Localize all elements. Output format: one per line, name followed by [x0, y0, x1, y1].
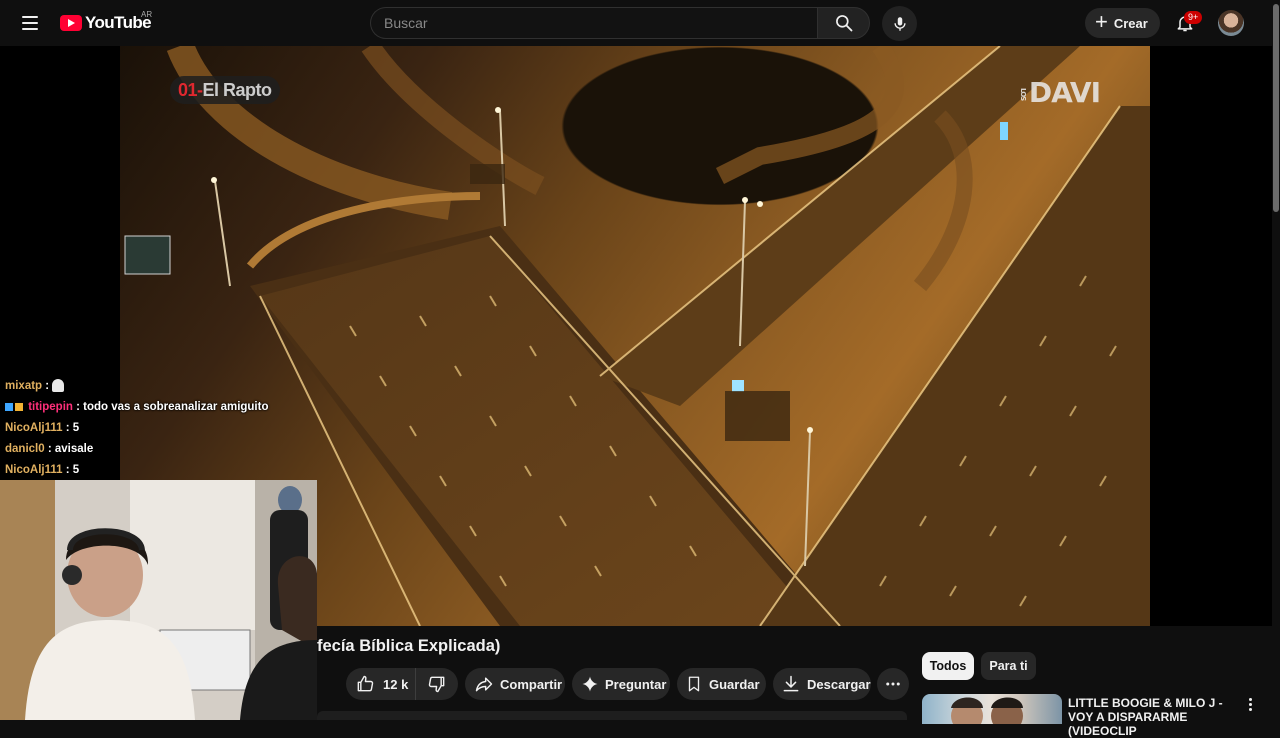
chat-text: 5 — [72, 422, 80, 434]
microphone-icon — [893, 16, 906, 31]
chat-text: todo vas a sobreanalizar amiguito — [83, 401, 269, 413]
chat-message: NicoAlj111 : 5 — [5, 422, 80, 434]
dislike-button[interactable] — [416, 668, 458, 700]
recommended-video[interactable]: LITTLE BOOGIE & MILO J - VOY A DISPARARM… — [922, 694, 1262, 738]
plus-icon: + — [1095, 9, 1108, 34]
episode-number: 01 — [178, 79, 198, 100]
more-horizontal-icon — [886, 682, 900, 686]
thumbs-up-icon — [357, 675, 374, 692]
streamer-webcam — [0, 480, 317, 720]
chat-message: danicl0 : avisale — [5, 443, 94, 455]
save-label: Guardar — [709, 676, 760, 692]
chat-username: NicoAlj111 — [5, 464, 63, 476]
search-box — [370, 7, 818, 39]
episode-tag: 01 - El Rapto — [170, 76, 280, 104]
chip-para-ti[interactable]: Para ti — [981, 652, 1036, 680]
like-dislike-group: 12 k — [346, 668, 458, 700]
page-scrollbar[interactable] — [1272, 0, 1280, 720]
download-button[interactable]: Descargar — [773, 668, 871, 700]
avatar[interactable] — [1218, 10, 1244, 36]
youtube-play-icon — [60, 15, 82, 31]
youtube-logo[interactable]: YouTube — [60, 12, 152, 34]
ask-button[interactable]: Preguntar — [572, 668, 670, 700]
scrollbar-thumb[interactable] — [1273, 4, 1279, 212]
chat-message: mixatp : — [0, 376, 300, 397]
download-icon — [783, 675, 799, 692]
chat-message: NicoAlj111 : 5 — [5, 464, 80, 476]
recommended-title[interactable]: LITTLE BOOGIE & MILO J - VOY A DISPARARM… — [1068, 696, 1248, 738]
chat-username: titipepin — [28, 401, 73, 413]
menu-icon[interactable] — [16, 9, 44, 37]
channel-watermark: LOSDAVI — [1018, 76, 1101, 109]
create-label: Crear — [1113, 15, 1148, 31]
share-icon — [475, 677, 493, 692]
episode-title: El Rapto — [202, 79, 273, 100]
sparkle-icon — [582, 676, 598, 692]
chip-todos[interactable]: Todos — [922, 652, 974, 680]
chat-username: NicoAlj111 — [5, 422, 63, 434]
search-button[interactable] — [817, 7, 870, 39]
chat-message: titipepin : todo vas a sobreanalizar ami… — [0, 397, 300, 418]
search-input[interactable] — [371, 8, 804, 38]
webcam-scene — [0, 480, 317, 720]
create-button[interactable]: + Crear — [1085, 8, 1160, 38]
like-button[interactable]: 12 k — [346, 668, 416, 700]
chat-text: avisale — [54, 443, 94, 455]
channel-watermark-prefix: LOS — [1018, 87, 1027, 101]
more-vertical-icon[interactable] — [1244, 696, 1256, 712]
thumbs-down-icon — [428, 676, 445, 693]
save-button[interactable]: Guardar — [677, 668, 766, 700]
cube-badge-icon — [5, 402, 13, 411]
voice-search-button[interactable] — [882, 6, 917, 41]
gift-badge-icon — [15, 402, 23, 411]
chat-username: mixatp — [5, 380, 43, 392]
download-label: Descargar — [807, 676, 871, 692]
share-button[interactable]: Compartir — [465, 668, 565, 700]
share-label: Compartir — [500, 676, 563, 692]
bookmark-icon — [688, 676, 700, 692]
chat-username: danicl0 — [5, 443, 45, 455]
notification-badge: 9+ — [1184, 11, 1203, 24]
ask-label: Preguntar — [605, 676, 667, 692]
chat-text: 5 — [72, 464, 80, 476]
channel-watermark-text: DAVI — [1028, 76, 1101, 109]
top-bar: YouTube AR + Crear 9+ — [0, 0, 1280, 46]
ghost-emote-icon — [52, 379, 65, 393]
country-code: AR — [141, 10, 153, 19]
like-count: 12 k — [383, 676, 409, 692]
more-actions-button[interactable] — [877, 668, 909, 700]
description-box[interactable] — [317, 711, 907, 720]
video-title: fecía Bíblica Explicada) — [317, 637, 501, 655]
stream-chat-overlay: mixatp : titipepin : todo vas a sobreana… — [0, 376, 300, 481]
search-icon — [835, 15, 852, 32]
